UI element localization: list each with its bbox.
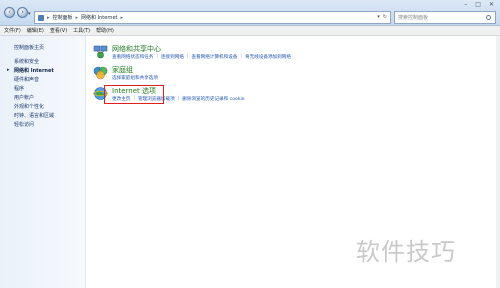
minimize-icon[interactable]: – [464, 1, 467, 8]
breadcrumb-separator: ▸ [120, 14, 124, 21]
address-field[interactable]: ▸ 控制面板 ▸ 网络和 Internet ▸ ▾ ↻ [34, 11, 391, 24]
forward-button[interactable]: › [17, 7, 28, 18]
link-add-wireless-device[interactable]: 将无线设备添加到网络 [245, 54, 291, 60]
link-separator: | [240, 54, 242, 59]
nav-hardware-sound[interactable]: 硬件和声音 [14, 76, 39, 83]
nav-ease-of-access[interactable]: 轻松访问 [14, 121, 34, 128]
back-button[interactable]: ‹ [4, 7, 15, 18]
section-links: 选择家庭组和共享选项 [112, 75, 158, 81]
window-controls: – □ ✕ [464, 1, 494, 8]
watermark-text: 软件技巧 [356, 238, 456, 266]
menu-view[interactable]: 查看(V) [50, 27, 67, 34]
link-connect-network[interactable]: 连接到网络 [161, 54, 184, 60]
vertical-scrollbar[interactable] [496, 36, 500, 288]
link-separator: | [156, 54, 158, 59]
control-panel-icon [38, 14, 44, 21]
menu-file[interactable]: 文件(F) [4, 27, 21, 34]
current-page-bullet-icon: ▸ [7, 67, 10, 73]
section-title[interactable]: 网络和共享中心 [112, 44, 161, 54]
menu-edit[interactable]: 编辑(E) [27, 27, 44, 34]
breadcrumb-separator: ▸ [47, 14, 50, 21]
nav-appearance[interactable]: 外观和个性化 [14, 103, 44, 110]
left-navigation-pane: 控制面板主页 系统和安全 ▸ 网络和 Internet 硬件和声音 程序 用户帐… [0, 36, 86, 288]
nav-network-internet[interactable]: 网络和 Internet [14, 67, 54, 74]
menu-help[interactable]: 帮助(H) [96, 27, 114, 34]
refresh-icon[interactable]: ↻ [383, 14, 387, 20]
close-icon[interactable]: ✕ [489, 1, 494, 8]
link-separator: | [177, 96, 180, 101]
search-placeholder: 搜索控制面板 [398, 15, 429, 21]
link-delete-history-cookies[interactable]: 删除浏览的历史记录和 cookie [182, 96, 244, 102]
link-view-network-computers[interactable]: 查看网络计算机和设备 [191, 54, 237, 60]
nav-system-security[interactable]: 系统和安全 [14, 58, 39, 65]
breadcrumb-separator: ▸ [75, 14, 79, 21]
address-dropdown-icon[interactable]: ▾ [377, 14, 380, 20]
address-bar-row: ‹ › ▾ ▸ 控制面板 ▸ 网络和 Internet ▸ ▾ ↻ 搜索控制面板… [0, 0, 500, 26]
nav-user-accounts[interactable]: 用户帐户 [14, 94, 34, 101]
breadcrumb-control-panel[interactable]: 控制面板 [53, 14, 73, 21]
link-homegroup-options[interactable]: 选择家庭组和共享选项 [112, 75, 158, 81]
section-title[interactable]: 家庭组 [112, 65, 133, 75]
menu-tools[interactable]: 工具(T) [73, 27, 90, 34]
maximize-icon[interactable]: □ [475, 1, 481, 8]
homegroup-icon [93, 66, 108, 80]
network-sharing-icon [93, 45, 108, 59]
breadcrumb-network-internet[interactable]: 网络和 Internet [81, 14, 117, 21]
search-input[interactable]: 搜索控制面板 [394, 11, 496, 24]
nav-control-panel-home[interactable]: 控制面板主页 [14, 44, 44, 51]
search-icon[interactable] [486, 15, 491, 20]
recent-pages-dropdown[interactable]: ▾ [28, 11, 31, 17]
link-view-network-status[interactable]: 查看网络状态和任务 [112, 54, 153, 60]
nav-clock-language-region[interactable]: 时钟、语言和区域 [14, 112, 54, 119]
link-separator: | [186, 54, 189, 59]
section-links: 查看网络状态和任务 | 连接到网络 | 查看网络计算机和设备 | 将无线设备添加… [112, 54, 291, 60]
menu-bar: 文件(F) 编辑(E) 查看(V) 工具(T) 帮助(H) [0, 26, 500, 36]
highlight-box [104, 85, 164, 104]
nav-programs[interactable]: 程序 [14, 85, 24, 92]
